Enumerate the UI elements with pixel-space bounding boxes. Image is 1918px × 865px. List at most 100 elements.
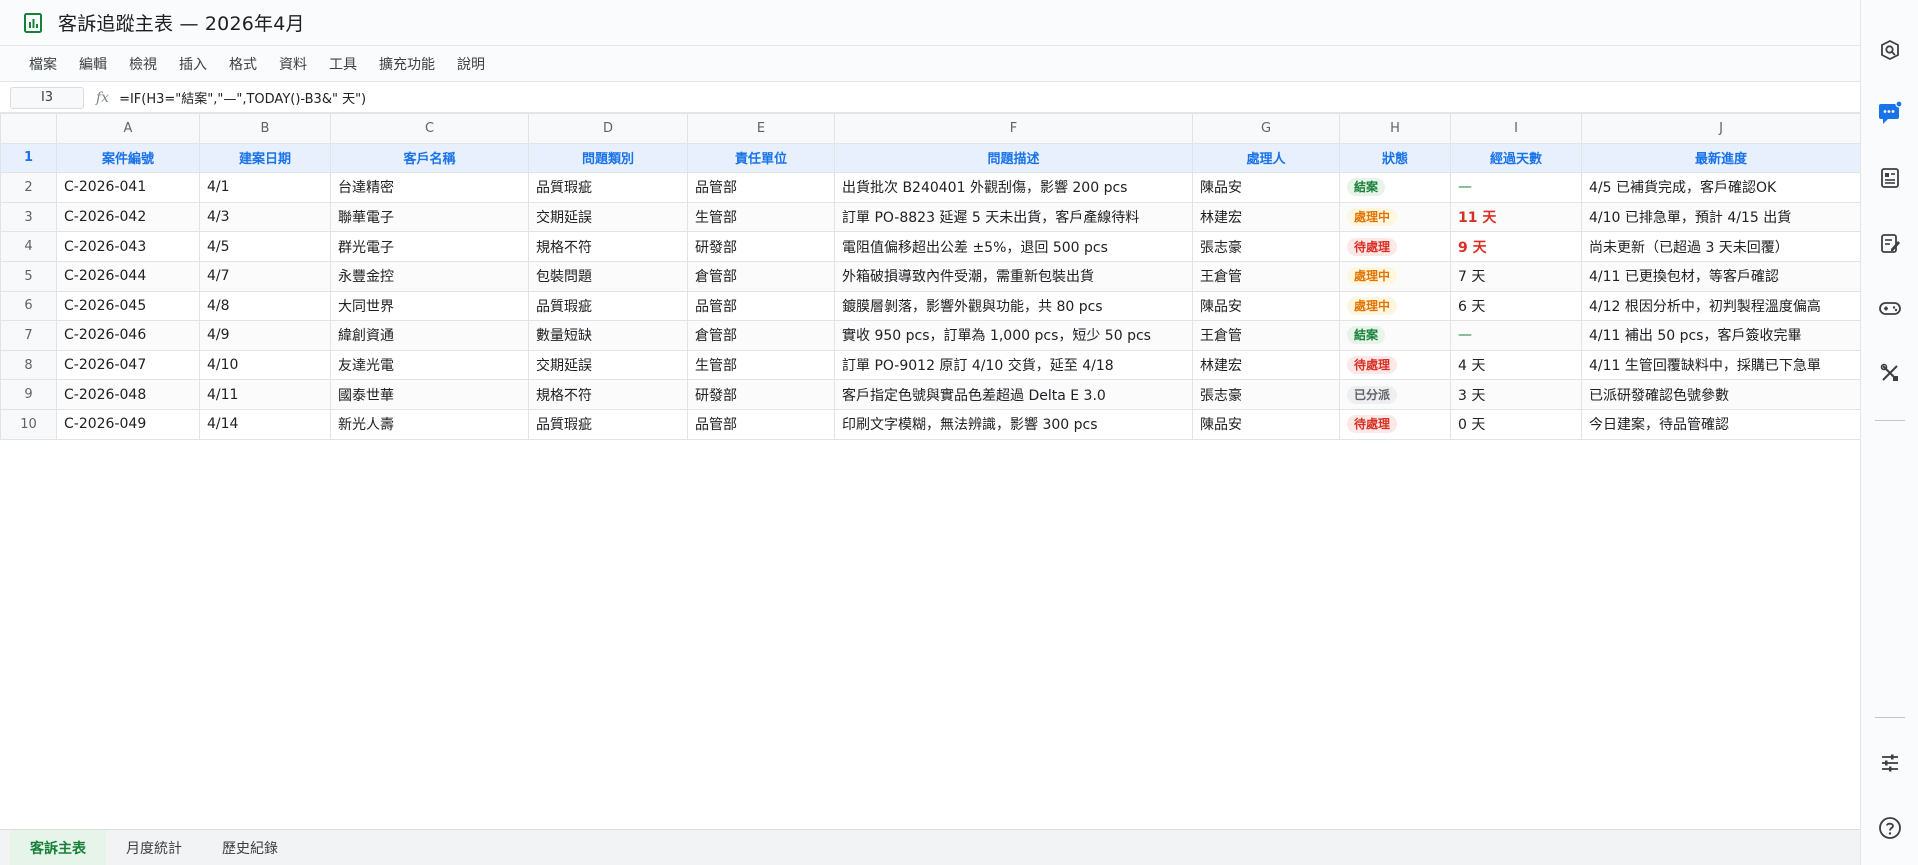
cell-date[interactable]: 4/9: [199, 320, 331, 351]
cell-category[interactable]: 規格不符: [528, 379, 688, 410]
cell-status[interactable]: 已分派: [1339, 379, 1451, 410]
menu-insert[interactable]: 插入: [168, 50, 218, 78]
row-number[interactable]: 8: [0, 349, 57, 381]
sheets-app-icon[interactable]: [22, 12, 44, 34]
cell-date[interactable]: 4/1: [199, 172, 331, 203]
cell-progress[interactable]: 4/11 補出 50 pcs，客戶簽收完畢: [1581, 320, 1861, 351]
cell-description[interactable]: 鍍膜層剝落，影響外觀與功能，共 80 pcs: [834, 290, 1193, 322]
cell-description[interactable]: 實收 950 pcs，訂單為 1,000 pcs，短少 50 pcs: [834, 320, 1193, 351]
cell-category[interactable]: 品質瑕疵: [528, 408, 688, 440]
header-case-id[interactable]: 案件編號: [56, 142, 200, 174]
menu-file[interactable]: 檔案: [18, 50, 68, 78]
column-header-g[interactable]: G: [1192, 113, 1340, 144]
row-number[interactable]: 7: [0, 320, 57, 351]
cell-description[interactable]: 訂單 PO-8823 延遲 5 天未出貨，客戶產線待料: [834, 201, 1193, 233]
header-category[interactable]: 問題類別: [528, 142, 688, 174]
cell-status[interactable]: 處理中: [1339, 290, 1451, 322]
cell-handler[interactable]: 林建宏: [1192, 349, 1340, 381]
column-header-c[interactable]: C: [330, 113, 529, 144]
column-header-j[interactable]: J: [1581, 113, 1861, 144]
help-icon[interactable]: [1877, 815, 1903, 841]
row-number[interactable]: 4: [0, 231, 57, 262]
cell-case-id[interactable]: C-2026-042: [56, 201, 200, 233]
column-header-a[interactable]: A: [56, 113, 200, 144]
cell-handler[interactable]: 王倉管: [1192, 320, 1340, 351]
gamepad-icon[interactable]: [1877, 295, 1903, 321]
row-number[interactable]: 2: [0, 172, 57, 203]
tune-icon[interactable]: [1877, 750, 1903, 776]
cell-handler[interactable]: 張志豪: [1192, 231, 1340, 262]
sheet-tab-monthly[interactable]: 月度統計: [106, 830, 202, 865]
cell-days[interactable]: 0 天: [1450, 408, 1582, 440]
cell-days[interactable]: 7 天: [1450, 260, 1582, 292]
edit-notes-icon[interactable]: [1877, 230, 1903, 256]
cell-progress[interactable]: 今日建案，待品管確認: [1581, 408, 1861, 440]
menu-view[interactable]: 檢視: [118, 50, 168, 78]
cell-customer[interactable]: 大同世界: [330, 290, 529, 322]
cell-days[interactable]: 9 天: [1450, 231, 1582, 262]
header-handler[interactable]: 處理人: [1192, 142, 1340, 174]
row-number[interactable]: 5: [0, 260, 57, 292]
cell-department[interactable]: 品管部: [687, 408, 835, 440]
cell-description[interactable]: 外箱破損導致內件受潮，需重新包裝出貨: [834, 260, 1193, 292]
cell-customer[interactable]: 永豐金控: [330, 260, 529, 292]
contacts-card-icon[interactable]: [1877, 165, 1903, 191]
menu-extensions[interactable]: 擴充功能: [368, 50, 446, 78]
cell-handler[interactable]: 林建宏: [1192, 201, 1340, 233]
cell-customer[interactable]: 友達光電: [330, 349, 529, 381]
menu-help[interactable]: 說明: [446, 50, 496, 78]
header-description[interactable]: 問題描述: [834, 142, 1193, 174]
cell-days[interactable]: 4 天: [1450, 349, 1582, 381]
document-title[interactable]: 客訴追蹤主表 — 2026年4月: [58, 9, 305, 36]
cell-customer[interactable]: 新光人壽: [330, 408, 529, 440]
cell-status[interactable]: 待處理: [1339, 408, 1451, 440]
header-progress[interactable]: 最新進度: [1581, 142, 1861, 174]
cell-progress[interactable]: 4/12 根因分析中，初判製程溫度偏高: [1581, 290, 1861, 322]
cell-handler[interactable]: 陳品安: [1192, 408, 1340, 440]
menu-edit[interactable]: 編輯: [68, 50, 118, 78]
sheet-tab-main[interactable]: 客訴主表: [10, 830, 106, 865]
cell-status[interactable]: 待處理: [1339, 349, 1451, 381]
column-header-b[interactable]: B: [199, 113, 331, 144]
cell-customer[interactable]: 群光電子: [330, 231, 529, 262]
column-header-i[interactable]: I: [1450, 113, 1582, 144]
header-date[interactable]: 建案日期: [199, 142, 331, 174]
row-number[interactable]: 10: [0, 408, 57, 440]
cell-case-id[interactable]: C-2026-041: [56, 172, 200, 203]
cell-handler[interactable]: 張志豪: [1192, 379, 1340, 410]
cell-category[interactable]: 品質瑕疵: [528, 172, 688, 203]
chat-notification-icon[interactable]: [1877, 100, 1903, 126]
cell-description[interactable]: 電阻值偏移超出公差 ±5%，退回 500 pcs: [834, 231, 1193, 262]
row-number[interactable]: 6: [0, 290, 57, 322]
column-header-e[interactable]: E: [687, 113, 835, 144]
menu-tools[interactable]: 工具: [318, 50, 368, 78]
cell-progress[interactable]: 4/5 已補貨完成，客戶確認OK: [1581, 172, 1861, 203]
cell-date[interactable]: 4/3: [199, 201, 331, 233]
cell-handler[interactable]: 王倉管: [1192, 260, 1340, 292]
select-all-corner[interactable]: [0, 113, 57, 144]
cell-status[interactable]: 結案: [1339, 320, 1451, 351]
cell-department[interactable]: 倉管部: [687, 260, 835, 292]
cell-description[interactable]: 訂單 PO-9012 原訂 4/10 交貨，延至 4/18: [834, 349, 1193, 381]
cell-date[interactable]: 4/8: [199, 290, 331, 322]
cell-case-id[interactable]: C-2026-047: [56, 349, 200, 381]
cell-status[interactable]: 待處理: [1339, 231, 1451, 262]
column-header-f[interactable]: F: [834, 113, 1193, 144]
cell-description[interactable]: 印刷文字模糊，無法辨識，影響 300 pcs: [834, 408, 1193, 440]
cell-department[interactable]: 研發部: [687, 231, 835, 262]
cell-date[interactable]: 4/7: [199, 260, 331, 292]
cell-handler[interactable]: 陳品安: [1192, 290, 1340, 322]
cell-days[interactable]: —: [1450, 172, 1582, 203]
search-history-icon[interactable]: [1877, 37, 1903, 63]
cell-status[interactable]: 結案: [1339, 172, 1451, 203]
cell-customer[interactable]: 台達精密: [330, 172, 529, 203]
cell-customer[interactable]: 國泰世華: [330, 379, 529, 410]
cell-customer[interactable]: 聯華電子: [330, 201, 529, 233]
cell-progress[interactable]: 尚未更新（已超過 3 天未回覆）: [1581, 231, 1861, 262]
header-status[interactable]: 狀態: [1339, 142, 1451, 174]
header-customer[interactable]: 客戶名稱: [330, 142, 529, 174]
cell-date[interactable]: 4/10: [199, 349, 331, 381]
cell-days[interactable]: 6 天: [1450, 290, 1582, 322]
cell-progress[interactable]: 已派研發確認色號參數: [1581, 379, 1861, 410]
cell-department[interactable]: 生管部: [687, 201, 835, 233]
